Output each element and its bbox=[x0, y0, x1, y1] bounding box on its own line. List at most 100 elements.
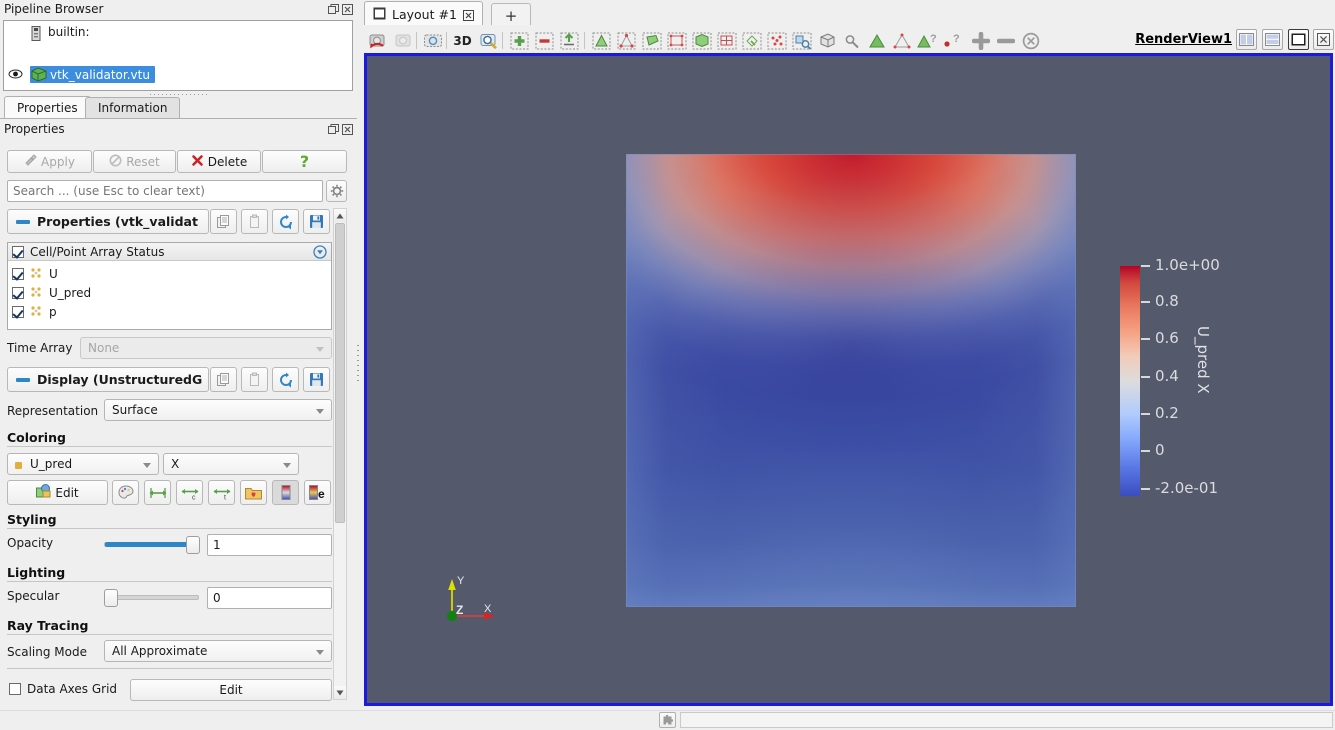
select-point-triangle-button[interactable] bbox=[890, 29, 913, 52]
raise-point-button[interactable] bbox=[558, 29, 581, 52]
select-cell-triangle-button[interactable] bbox=[865, 29, 888, 52]
save-properties-button[interactable] bbox=[303, 209, 330, 234]
undo-camera-button[interactable] bbox=[366, 29, 389, 52]
dock-splitter[interactable] bbox=[355, 120, 362, 710]
render-view-frame[interactable]: 1.0e+00 0.8 0.6 0.4 0.2 0 -2.0e-01 U_pre… bbox=[364, 53, 1333, 706]
edit-color-legend-button[interactable]: e bbox=[304, 480, 331, 505]
pipeline-item-source[interactable]: vtk_validator.vtu bbox=[4, 64, 352, 84]
scalar-bar-gradient[interactable] bbox=[1120, 266, 1140, 496]
specular-slider-track[interactable] bbox=[104, 595, 199, 600]
data-axes-grid-row[interactable]: Data Axes Grid bbox=[9, 682, 117, 696]
specular-slider-handle[interactable] bbox=[104, 589, 118, 607]
render-view-canvas[interactable]: 1.0e+00 0.8 0.6 0.4 0.2 0 -2.0e-01 U_pre… bbox=[367, 56, 1330, 703]
color-map-editor-button[interactable] bbox=[112, 480, 139, 505]
rescale-to-custom-range-button[interactable]: c bbox=[176, 480, 203, 505]
data-axes-grid-edit-button[interactable]: Edit bbox=[130, 679, 332, 701]
hover-cells-button[interactable] bbox=[840, 29, 863, 52]
close-icon[interactable] bbox=[342, 4, 353, 15]
choose-preset-button[interactable] bbox=[240, 480, 267, 505]
representation-combo[interactable]: Surface bbox=[104, 399, 332, 421]
paste-display-button[interactable] bbox=[241, 367, 268, 392]
search-settings-button[interactable] bbox=[326, 180, 347, 202]
time-array-combo[interactable]: None bbox=[80, 337, 332, 359]
pipeline-list[interactable]: builtin: vtk_validator.vtu bbox=[3, 20, 353, 91]
select-cells-surface-button[interactable] bbox=[590, 29, 613, 52]
copy-display-button[interactable] bbox=[210, 367, 237, 392]
select-blocks-button[interactable] bbox=[690, 29, 713, 52]
cell-point-array-status-box[interactable]: Cell/Point Array Status U U_pred p bbox=[7, 242, 332, 330]
select-points-frustum-button[interactable] bbox=[665, 29, 688, 52]
scroll-down-icon[interactable] bbox=[334, 686, 346, 699]
properties-scroll-thumb[interactable] bbox=[335, 223, 345, 523]
render-view-name-label[interactable]: RenderView1 bbox=[1135, 32, 1232, 47]
maximize-view-button[interactable] bbox=[1288, 29, 1309, 50]
interactive-select-cells-button[interactable] bbox=[715, 29, 738, 52]
pipeline-item-server[interactable]: builtin: bbox=[4, 23, 352, 43]
apply-button[interactable]: Apply bbox=[7, 150, 92, 173]
opacity-slider-handle[interactable] bbox=[186, 536, 200, 554]
rescale-to-data-range-button[interactable] bbox=[144, 480, 171, 505]
close-icon[interactable] bbox=[463, 9, 474, 20]
reset-button[interactable]: Reset bbox=[93, 150, 176, 173]
reset-display-button[interactable] bbox=[272, 367, 299, 392]
data-axes-grid-checkbox[interactable] bbox=[9, 683, 21, 695]
minus-selection-button[interactable] bbox=[994, 29, 1017, 52]
query-points-button[interactable]: ? bbox=[940, 29, 963, 52]
redo-camera-button[interactable] bbox=[392, 29, 415, 52]
visibility-eye-icon[interactable] bbox=[8, 67, 22, 81]
float-icon[interactable] bbox=[328, 4, 339, 15]
close-icon[interactable] bbox=[342, 124, 353, 135]
layout-tab-1[interactable]: Layout #1 bbox=[364, 1, 483, 27]
rescale-over-time-button[interactable]: t bbox=[208, 480, 235, 505]
edit-color-map-button[interactable]: Edit bbox=[7, 480, 108, 505]
array-checkbox[interactable] bbox=[12, 268, 24, 280]
scaling-mode-combo[interactable]: All Approximate bbox=[104, 640, 332, 662]
select-points-polygon-button[interactable] bbox=[765, 29, 788, 52]
specular-input[interactable]: 0 bbox=[207, 587, 332, 609]
remove-point-button[interactable] bbox=[533, 29, 556, 52]
status-plugin-icon[interactable] bbox=[659, 712, 676, 728]
split-vertical-button[interactable] bbox=[1262, 29, 1283, 50]
source-properties-header[interactable]: Properties (vtk_validat bbox=[7, 209, 209, 234]
float-icon[interactable] bbox=[328, 124, 339, 135]
query-cells-button[interactable]: ? bbox=[915, 29, 938, 52]
zoom-camera-button[interactable] bbox=[477, 29, 500, 52]
interactive-select-points-button[interactable] bbox=[740, 29, 763, 52]
coloring-array-combo[interactable]: U_pred bbox=[7, 453, 159, 475]
array-options-icon[interactable] bbox=[313, 245, 327, 262]
delete-button[interactable]: Delete bbox=[177, 150, 261, 173]
scroll-up-icon[interactable] bbox=[334, 209, 346, 222]
array-row-u-pred[interactable]: U_pred bbox=[12, 284, 91, 301]
array-status-header[interactable]: Cell/Point Array Status bbox=[8, 243, 331, 261]
add-layout-tab-button[interactable]: + bbox=[491, 3, 531, 27]
copy-properties-button[interactable] bbox=[210, 209, 237, 234]
add-point-button[interactable] bbox=[508, 29, 531, 52]
display-properties-header[interactable]: Display (UnstructuredG bbox=[7, 367, 209, 392]
toggle-color-legend-button[interactable] bbox=[272, 480, 299, 505]
camera-button[interactable] bbox=[421, 29, 444, 52]
orientation-axes-widget[interactable]: Y Z X bbox=[443, 571, 503, 626]
search-input[interactable] bbox=[7, 180, 323, 202]
reset-properties-button[interactable] bbox=[272, 209, 299, 234]
extract-block-button[interactable] bbox=[815, 29, 838, 52]
pipeline-source-selected[interactable]: vtk_validator.vtu bbox=[30, 66, 155, 83]
select-cells-polygon-button[interactable] bbox=[790, 29, 813, 52]
mode-3d-button[interactable]: 3D bbox=[451, 29, 474, 52]
select-cells-frustum-button[interactable] bbox=[640, 29, 663, 52]
tab-properties[interactable]: Properties bbox=[4, 96, 91, 119]
opacity-input[interactable]: 1 bbox=[207, 534, 332, 556]
close-view-button[interactable] bbox=[1313, 29, 1334, 50]
save-display-button[interactable] bbox=[303, 367, 330, 392]
select-points-surface-button[interactable] bbox=[615, 29, 638, 52]
properties-scrollbar[interactable] bbox=[333, 208, 347, 700]
paste-properties-button[interactable] bbox=[241, 209, 268, 234]
array-row-u[interactable]: U bbox=[12, 265, 58, 282]
coloring-component-combo[interactable]: X bbox=[163, 453, 299, 475]
help-button[interactable]: ? bbox=[262, 150, 347, 173]
plus-selection-button[interactable] bbox=[969, 29, 992, 52]
clear-selection-button[interactable] bbox=[1019, 29, 1042, 52]
array-checkbox[interactable] bbox=[12, 287, 24, 299]
split-horizontal-button[interactable] bbox=[1236, 29, 1257, 50]
array-checkbox[interactable] bbox=[12, 306, 24, 318]
array-status-master-checkbox[interactable] bbox=[12, 246, 24, 258]
